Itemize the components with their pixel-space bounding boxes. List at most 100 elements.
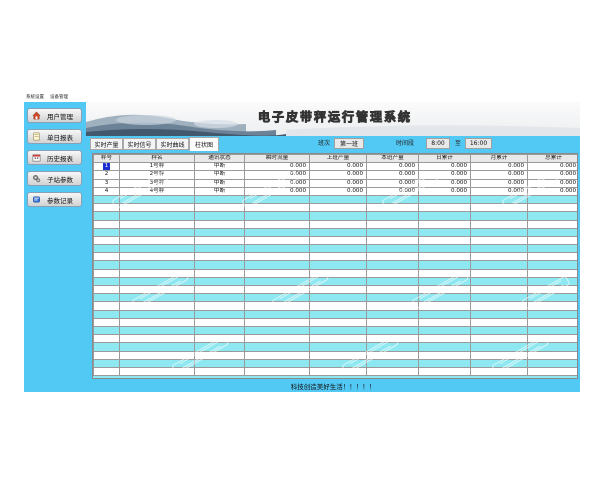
col-header-comm-status[interactable]: 通讯状态 <box>194 154 245 164</box>
empty-cell[interactable] <box>194 276 245 287</box>
empty-cell[interactable] <box>470 284 528 295</box>
empty-cell[interactable] <box>470 244 528 254</box>
empty-cell[interactable] <box>309 350 367 360</box>
empty-cell[interactable] <box>119 276 195 287</box>
empty-cell[interactable] <box>366 309 419 319</box>
empty-cell[interactable] <box>527 325 577 336</box>
empty-row[interactable] <box>93 203 577 213</box>
empty-cell[interactable] <box>119 301 195 311</box>
cell-value[interactable]: 0.000 <box>244 186 310 196</box>
cell-value[interactable]: 0.000 <box>309 170 367 180</box>
empty-cell[interactable] <box>418 219 471 229</box>
empty-cell[interactable] <box>309 334 367 344</box>
cell-value[interactable]: 0.000 <box>470 170 528 180</box>
empty-cell[interactable] <box>418 309 471 319</box>
empty-row[interactable] <box>93 350 577 360</box>
empty-cell[interactable] <box>418 358 471 368</box>
empty-cell[interactable] <box>119 219 195 229</box>
empty-cell[interactable] <box>366 325 419 336</box>
end-time-field[interactable]: 16:00 <box>465 138 492 149</box>
empty-cell[interactable] <box>119 252 195 262</box>
empty-row[interactable] <box>93 268 577 278</box>
cell-value[interactable]: 0.000 <box>418 178 471 188</box>
empty-cell[interactable] <box>93 244 120 254</box>
empty-cell[interactable] <box>194 211 245 221</box>
empty-row[interactable] <box>93 260 577 270</box>
empty-cell[interactable] <box>470 358 528 368</box>
table-row[interactable]: 2 2号秤 中断 0.000 0.000 0.000 0.000 0.000 0.000 <box>93 170 577 180</box>
empty-cell[interactable] <box>527 317 577 327</box>
daily-report-button[interactable]: 单日报表 <box>27 129 82 144</box>
empty-cell[interactable] <box>309 293 367 303</box>
empty-cell[interactable] <box>470 252 528 262</box>
data-grid[interactable]: 秤号 秤名 通讯状态 瞬时流量 上班产量 本班产量 日累计 月累计 总累计 1 1… <box>92 153 578 379</box>
empty-cell[interactable] <box>418 268 471 278</box>
empty-cell[interactable] <box>194 244 245 254</box>
empty-row[interactable] <box>93 293 577 303</box>
col-header-instant-flow[interactable]: 瞬时流量 <box>244 154 310 164</box>
empty-cell[interactable] <box>194 342 245 352</box>
empty-cell[interactable] <box>119 309 195 319</box>
empty-cell[interactable] <box>366 334 419 344</box>
table-row[interactable]: 3 3号秤 中断 0.000 0.000 0.000 0.000 0.000 0.000 <box>93 178 577 188</box>
empty-cell[interactable] <box>418 325 471 336</box>
empty-cell[interactable] <box>470 317 528 327</box>
empty-cell[interactable] <box>194 252 245 262</box>
empty-cell[interactable] <box>119 235 195 246</box>
cell-value[interactable]: 0.000 <box>366 186 419 196</box>
empty-cell[interactable] <box>309 301 367 311</box>
empty-cell[interactable] <box>366 252 419 262</box>
empty-cell[interactable] <box>418 301 471 311</box>
empty-cell[interactable] <box>93 284 120 295</box>
empty-cell[interactable] <box>93 268 120 278</box>
cell-scale-name[interactable]: 4号秤 <box>119 186 195 196</box>
empty-cell[interactable] <box>470 211 528 221</box>
empty-cell[interactable] <box>93 260 120 270</box>
empty-cell[interactable] <box>119 317 195 327</box>
empty-cell[interactable] <box>470 350 528 360</box>
empty-row[interactable] <box>93 301 577 311</box>
cell-value[interactable]: 0.000 <box>418 170 471 180</box>
cell-scale-no[interactable]: 2 <box>93 170 120 180</box>
empty-cell[interactable] <box>366 194 419 205</box>
empty-cell[interactable] <box>194 227 245 237</box>
empty-cell[interactable] <box>194 235 245 246</box>
empty-cell[interactable] <box>119 203 195 213</box>
empty-cell[interactable] <box>119 342 195 352</box>
empty-cell[interactable] <box>527 203 577 213</box>
cell-comm-status[interactable]: 中断 <box>194 178 245 188</box>
empty-cell[interactable] <box>527 284 577 295</box>
cell-scale-name[interactable]: 3号秤 <box>119 178 195 188</box>
empty-cell[interactable] <box>470 235 528 246</box>
empty-cell[interactable] <box>418 342 471 352</box>
empty-cell[interactable] <box>418 244 471 254</box>
empty-cell[interactable] <box>309 252 367 262</box>
empty-cell[interactable] <box>244 334 310 344</box>
empty-cell[interactable] <box>470 334 528 344</box>
col-header-daily-total[interactable]: 日累计 <box>418 154 471 164</box>
empty-cell[interactable] <box>527 235 577 246</box>
empty-cell[interactable] <box>309 309 367 319</box>
empty-row[interactable] <box>93 325 577 336</box>
empty-cell[interactable] <box>244 235 310 246</box>
empty-cell[interactable] <box>418 334 471 344</box>
empty-cell[interactable] <box>194 325 245 336</box>
empty-cell[interactable] <box>93 227 120 237</box>
empty-cell[interactable] <box>119 325 195 336</box>
empty-cell[interactable] <box>119 350 195 360</box>
empty-cell[interactable] <box>527 301 577 311</box>
empty-cell[interactable] <box>93 194 120 205</box>
empty-cell[interactable] <box>244 252 310 262</box>
empty-cell[interactable] <box>119 284 195 295</box>
empty-cell[interactable] <box>119 268 195 278</box>
empty-cell[interactable] <box>309 260 367 270</box>
empty-cell[interactable] <box>119 293 195 303</box>
empty-cell[interactable] <box>366 260 419 270</box>
empty-cell[interactable] <box>93 325 120 336</box>
empty-cell[interactable] <box>194 293 245 303</box>
cell-comm-status[interactable]: 中断 <box>194 162 245 172</box>
empty-cell[interactable] <box>527 350 577 360</box>
empty-cell[interactable] <box>418 203 471 213</box>
empty-cell[interactable] <box>119 334 195 344</box>
empty-cell[interactable] <box>527 219 577 229</box>
